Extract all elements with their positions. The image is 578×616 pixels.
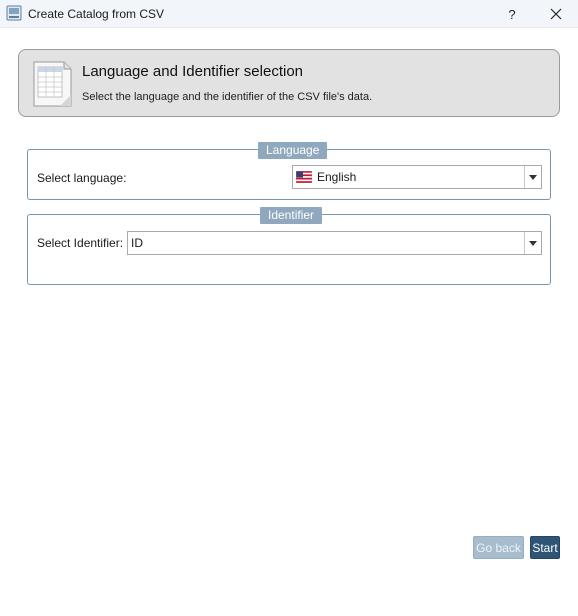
- identifier-group: Identifier Select Identifier: ID: [27, 207, 551, 285]
- start-button[interactable]: Start: [530, 536, 560, 559]
- identifier-dropdown-arrow[interactable]: [524, 232, 541, 254]
- close-button[interactable]: [534, 0, 578, 28]
- header-panel: Language and Identifier selection Select…: [18, 49, 560, 117]
- app-icon: [6, 5, 22, 21]
- identifier-legend: Identifier: [260, 207, 323, 224]
- us-flag-icon: [296, 171, 312, 183]
- identifier-selected-value: ID: [131, 236, 143, 250]
- chevron-down-icon: [529, 174, 537, 180]
- language-dropdown-arrow[interactable]: [524, 166, 541, 188]
- title-bar: Create Catalog from CSV ?: [0, 0, 578, 28]
- select-language-label: Select language:: [37, 171, 127, 185]
- identifier-dropdown[interactable]: ID: [127, 231, 542, 255]
- language-selected-value: English: [317, 170, 357, 184]
- select-identifier-label: Select Identifier:: [37, 236, 124, 250]
- chevron-down-icon: [529, 240, 537, 246]
- page-title: Language and Identifier selection: [82, 63, 304, 80]
- page-subtitle: Select the language and the identifier o…: [82, 91, 373, 103]
- language-dropdown[interactable]: English: [292, 165, 542, 189]
- window-title: Create Catalog from CSV: [28, 7, 165, 21]
- language-group: Language Select language: English: [27, 142, 551, 200]
- help-button[interactable]: ?: [490, 0, 534, 28]
- go-back-button[interactable]: Go back: [473, 536, 524, 559]
- close-icon: [550, 8, 562, 20]
- language-legend: Language: [258, 142, 328, 159]
- spreadsheet-document-icon: [33, 61, 72, 107]
